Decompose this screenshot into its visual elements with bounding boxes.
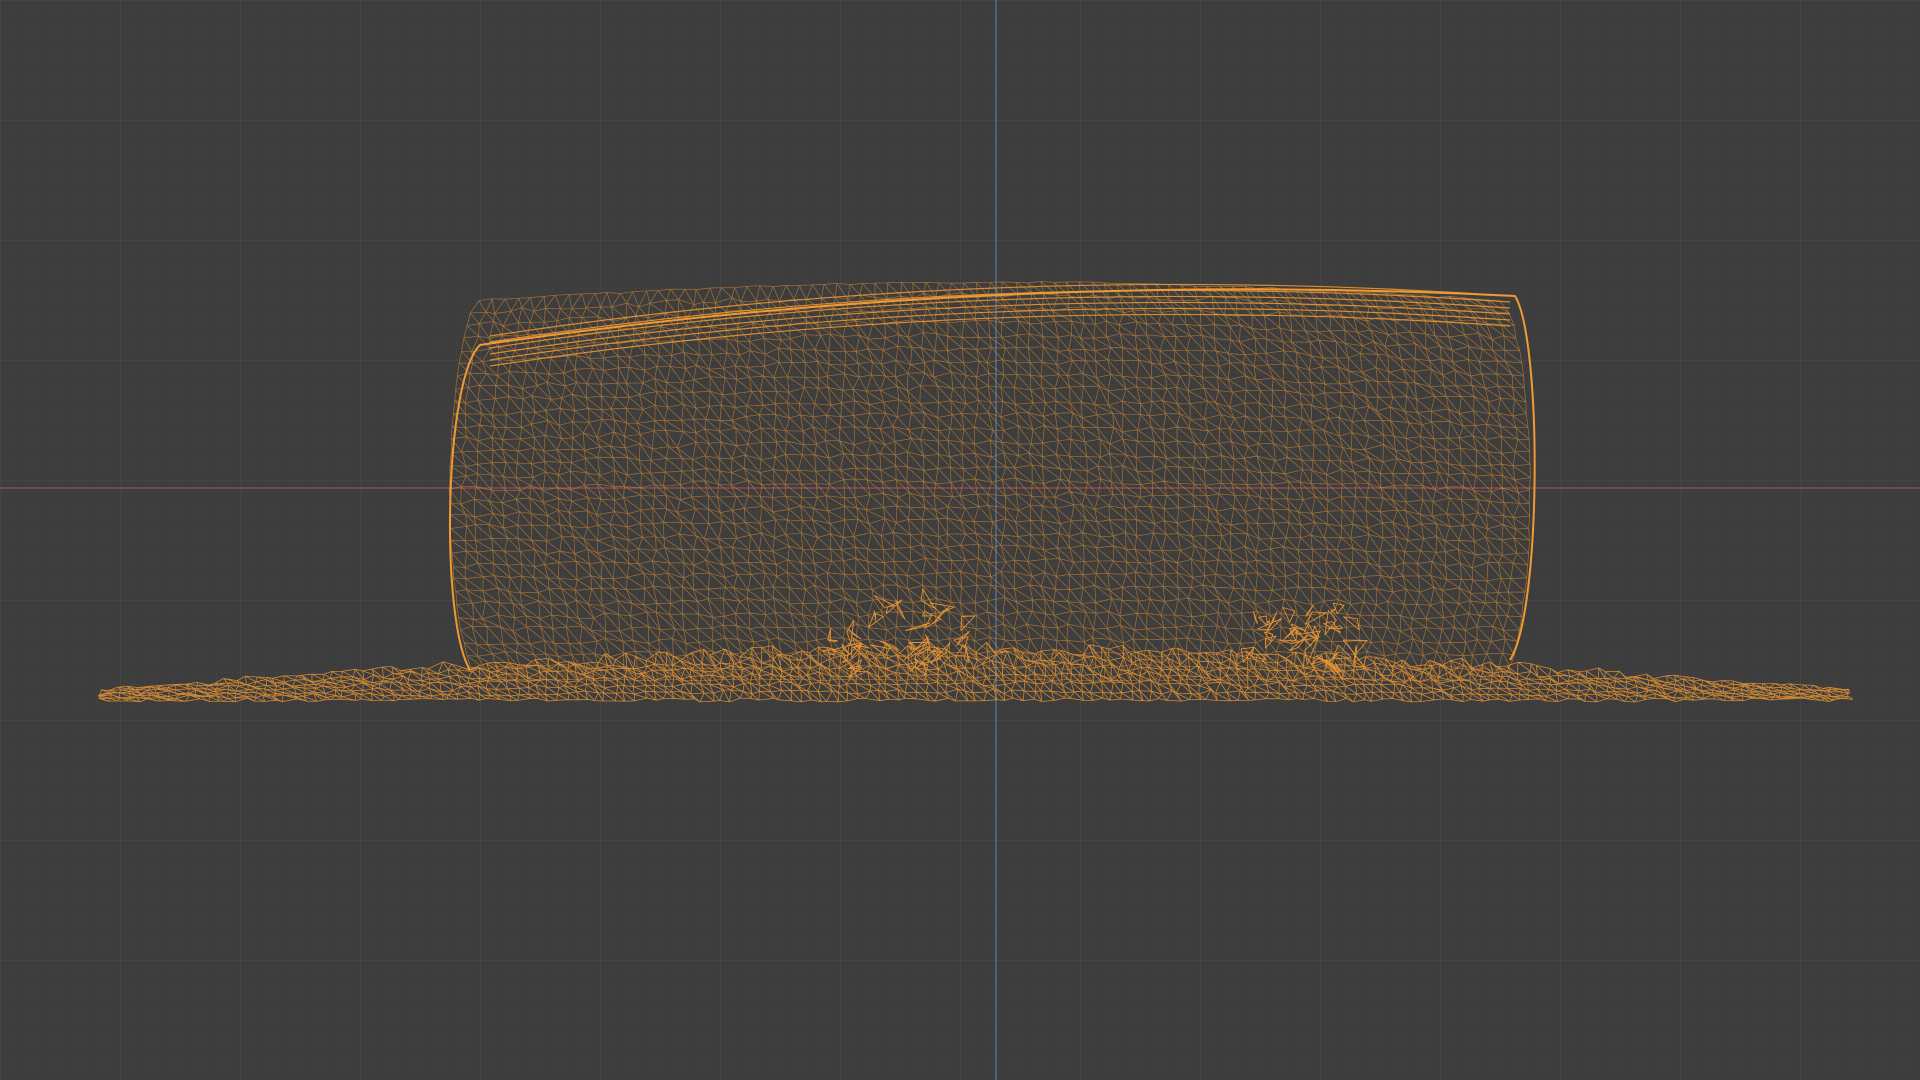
grid-floor xyxy=(0,0,1920,1080)
3d-viewport[interactable] xyxy=(0,0,1920,1080)
viewport-canvas[interactable] xyxy=(0,0,1920,1080)
